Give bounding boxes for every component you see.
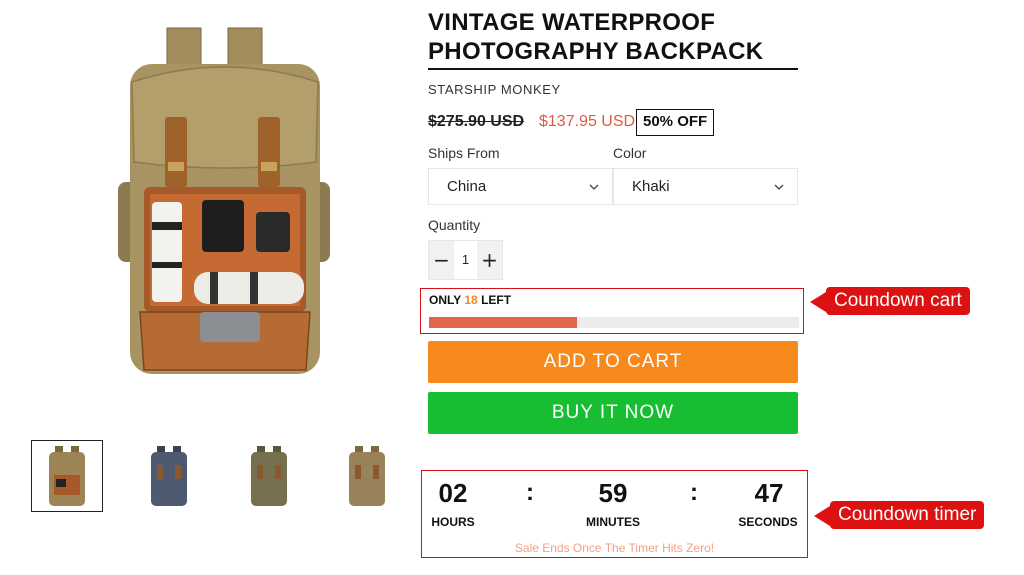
- thumbnail-3[interactable]: [233, 440, 305, 512]
- timer-seconds-label: SECONDS: [738, 515, 798, 529]
- timer-separator-2: :: [690, 479, 698, 506]
- stock-count: 18: [464, 293, 478, 307]
- product-title: VINTAGE WATERPROOF PHOTOGRAPHY BACKPACK: [428, 8, 800, 66]
- callout-countdown-cart: Coundown cart: [826, 287, 970, 315]
- thumbnail-2-image: [151, 446, 187, 506]
- thumbnail-2[interactable]: [133, 440, 205, 512]
- stock-prefix: ONLY: [429, 293, 462, 307]
- product-title-line-2: PHOTOGRAPHY BACKPACK: [428, 38, 764, 65]
- quantity-stepper: − 1 +: [428, 240, 503, 280]
- main-product-image[interactable]: [110, 22, 340, 382]
- ships-from-select[interactable]: China: [428, 168, 613, 205]
- chevron-down-icon: [589, 184, 599, 190]
- quantity-increase-button[interactable]: +: [477, 241, 502, 279]
- color-label: Color: [613, 145, 647, 161]
- quantity-label: Quantity: [428, 217, 481, 233]
- countdown-cart-box: ONLY 18 LEFT: [420, 288, 804, 334]
- callout-countdown-timer: Coundown timer: [830, 501, 985, 529]
- stock-progress-fill: [429, 317, 577, 328]
- compare-at-price: $275.90 USD: [428, 113, 525, 130]
- timer-minutes: 59: [598, 478, 628, 508]
- chevron-down-icon: [774, 184, 784, 190]
- color-value: Khaki: [632, 178, 670, 195]
- ships-from-label: Ships From: [428, 145, 500, 161]
- quantity-decrease-button[interactable]: −: [429, 241, 454, 279]
- product-vendor[interactable]: STARSHIP MONKEY: [428, 82, 561, 97]
- timer-seconds: 47: [754, 478, 784, 508]
- thumbnail-1[interactable]: [31, 440, 103, 512]
- sale-price: $137.95 USD: [539, 113, 636, 130]
- quantity-input[interactable]: 1: [454, 241, 477, 279]
- product-title-line-1: VINTAGE WATERPROOF: [428, 9, 716, 36]
- countdown-timer-box: 02 : 59 : 47 HOURS MINUTES SECONDS Sale …: [421, 470, 808, 558]
- timer-separator-1: :: [526, 479, 534, 506]
- timer-hours: 02: [438, 478, 468, 508]
- add-to-cart-button[interactable]: ADD TO CART: [428, 341, 798, 383]
- callout-arrow-cart: [810, 292, 826, 312]
- title-divider: [428, 68, 798, 70]
- stock-suffix: LEFT: [481, 293, 512, 307]
- thumbnail-4-image: [349, 446, 385, 506]
- timer-message: Sale Ends Once The Timer Hits Zero!: [514, 541, 715, 555]
- color-select[interactable]: Khaki: [613, 168, 798, 205]
- thumbnail-1-image: [49, 446, 85, 506]
- timer-hours-label: HOURS: [431, 515, 475, 529]
- discount-badge: 50% OFF: [636, 109, 715, 136]
- stock-progress-track: [429, 317, 799, 328]
- buy-now-button[interactable]: BUY IT NOW: [428, 392, 798, 434]
- thumbnail-4[interactable]: [331, 440, 403, 512]
- ships-from-value: China: [447, 178, 487, 195]
- stock-remaining-text: ONLY 18 LEFT: [429, 293, 511, 307]
- timer-minutes-label: MINUTES: [586, 515, 640, 529]
- thumbnail-3-image: [251, 446, 287, 506]
- callout-arrow-timer: [814, 506, 830, 526]
